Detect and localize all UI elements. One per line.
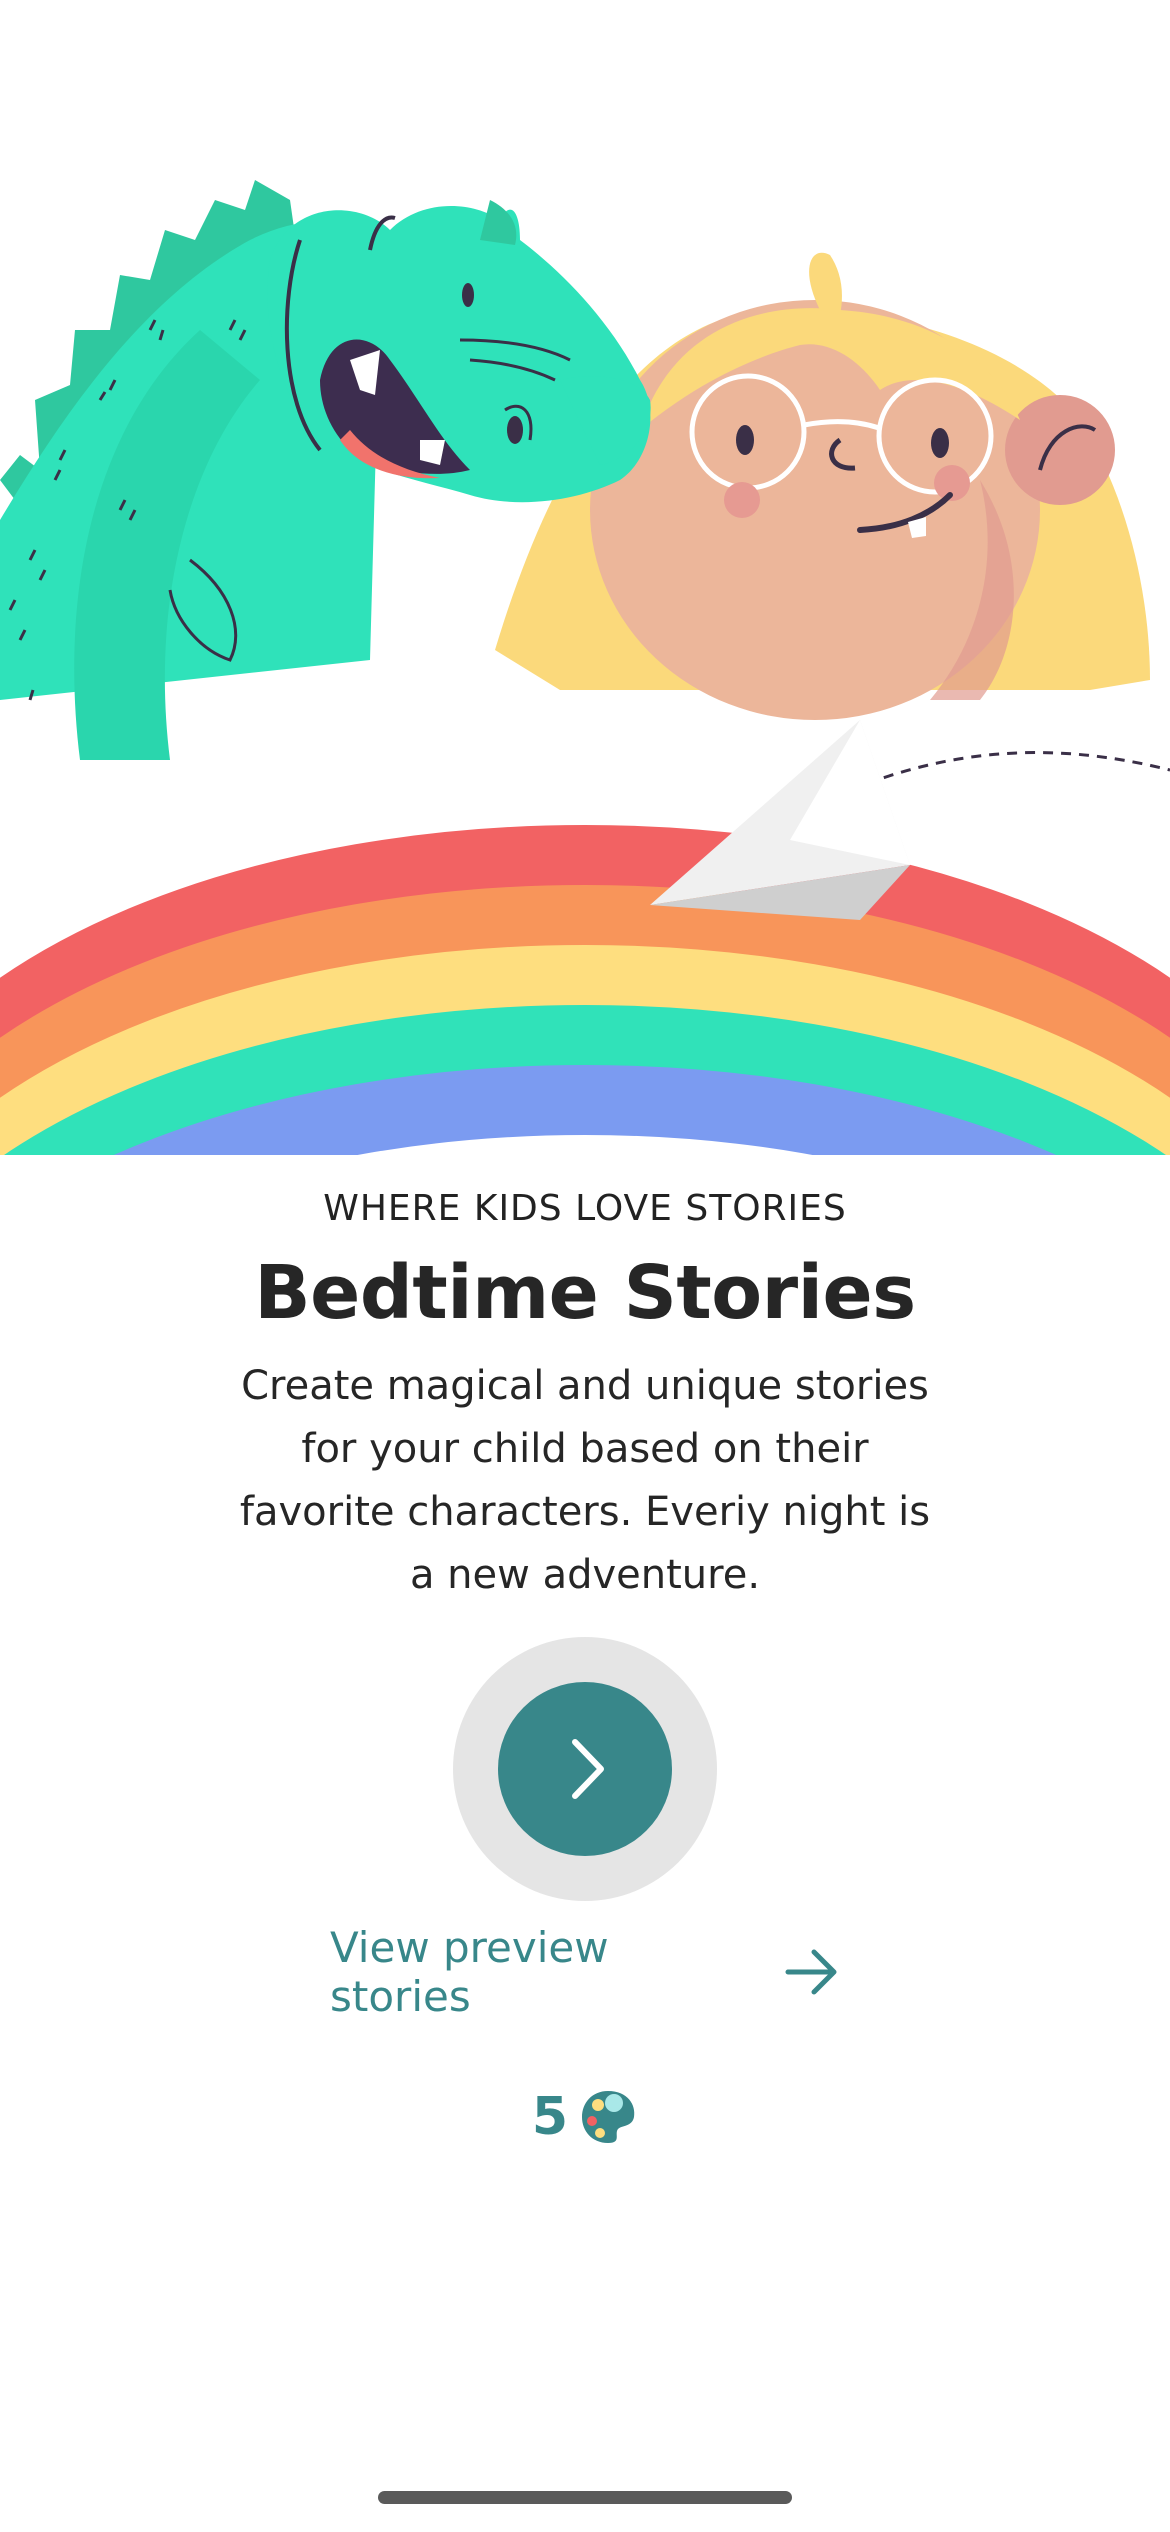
rainbow-illustration <box>0 825 1170 1160</box>
home-indicator[interactable] <box>378 2491 792 2504</box>
paper-plane-icon <box>650 720 910 920</box>
credits-count: 5 <box>531 2087 569 2147</box>
page-title: Bedtime Stories <box>254 1250 916 1336</box>
chevron-right-icon <box>572 1739 604 1799</box>
view-preview-stories-label: View preview stories <box>330 1923 609 2021</box>
view-preview-stories-link[interactable]: View preview stories <box>330 1923 840 2021</box>
arrow-right-icon <box>784 1947 840 1997</box>
hero-illustration <box>0 180 1170 1160</box>
onboarding-eyebrow: WHERE KIDS LOVE STORIES <box>323 1188 847 1229</box>
palette-icon <box>582 2091 635 2143</box>
next-button-circle[interactable] <box>498 1682 672 1856</box>
credits-balance: 5 <box>520 2082 650 2152</box>
onboarding-description: Create magical and unique stories for yo… <box>239 1363 931 1598</box>
next-button[interactable] <box>453 1637 717 1901</box>
